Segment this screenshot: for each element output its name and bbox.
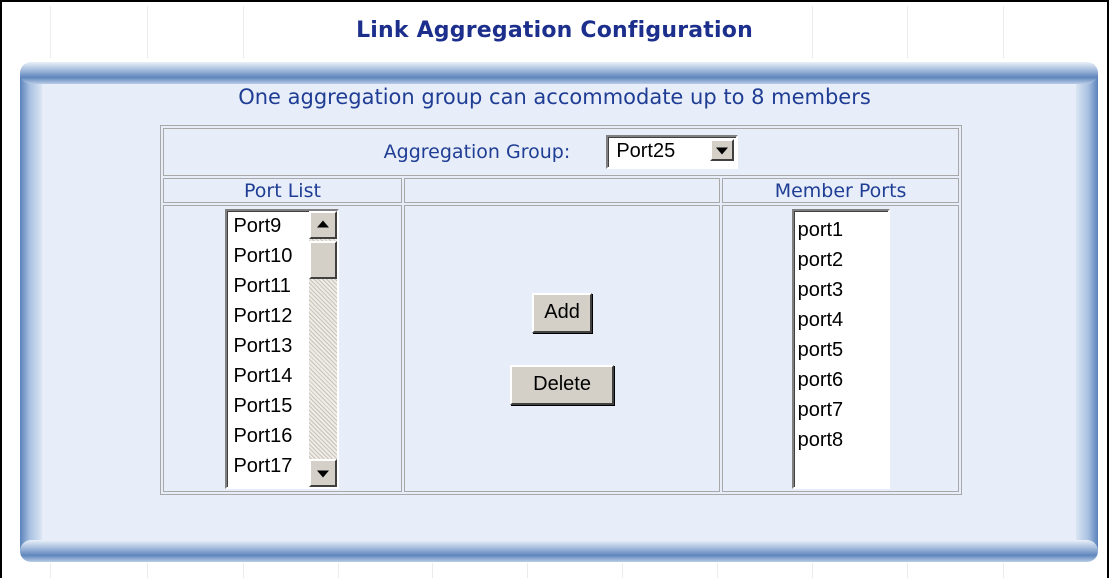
add-button[interactable]: Add xyxy=(532,292,593,333)
panel-right-rail xyxy=(1076,73,1098,551)
grid-line xyxy=(907,563,908,578)
grid-line xyxy=(338,563,339,578)
member-port-item[interactable]: port5 xyxy=(794,335,888,365)
chevron-down-icon xyxy=(716,147,729,155)
port-list-cell: Port9 Port10 Port11 Port12 Port13 Port14 Port1… xyxy=(163,205,402,492)
member-port-item[interactable]: port7 xyxy=(794,395,888,425)
grid-line xyxy=(527,563,528,578)
grid-line xyxy=(1003,563,1004,578)
aggregation-table: Aggregation Group: Port25 Port List Memb… xyxy=(160,125,962,495)
grid-line xyxy=(50,563,51,578)
grid-line xyxy=(622,563,623,578)
window-top-border xyxy=(0,0,1109,2)
member-ports-cell: port1 port2 port3 port4 port5 port6 port7 port8 xyxy=(722,205,959,492)
grid-line xyxy=(812,563,813,578)
port-list-header: Port List xyxy=(163,178,402,203)
arrow-down-icon xyxy=(317,470,330,478)
panel-bottom-bar xyxy=(20,540,1098,562)
grid-line xyxy=(717,563,718,578)
dropdown-button[interactable] xyxy=(710,139,735,161)
port-list-scrollbar[interactable] xyxy=(309,210,338,487)
grid-line xyxy=(243,563,244,578)
member-port-item[interactable]: port2 xyxy=(794,245,888,275)
member-port-item[interactable]: port3 xyxy=(794,275,888,305)
delete-button[interactable]: Delete xyxy=(510,364,615,405)
arrow-up-icon xyxy=(317,219,330,227)
member-port-item[interactable]: port8 xyxy=(794,425,888,455)
actions-header xyxy=(403,178,721,203)
grid-line xyxy=(147,563,148,578)
aggregation-group-label: Aggregation Group: xyxy=(383,141,571,163)
scroll-down-button[interactable] xyxy=(309,458,338,487)
aggregation-group-select[interactable]: Port25 xyxy=(606,135,739,169)
aggregation-group-value: Port25 xyxy=(616,140,676,162)
scroll-thumb[interactable] xyxy=(309,240,338,279)
member-port-item[interactable]: port1 xyxy=(794,215,888,245)
grid-line xyxy=(432,563,433,578)
member-port-item[interactable]: port6 xyxy=(794,365,888,395)
page-title: Link Aggregation Configuration xyxy=(356,18,753,43)
actions-cell: Add Delete xyxy=(403,205,721,492)
member-ports-header: Member Ports xyxy=(722,178,959,203)
panel-left-rail xyxy=(20,73,42,551)
member-ports-items: port1 port2 port3 port4 port5 port6 port7 port8 xyxy=(794,215,888,455)
member-port-item[interactable]: port4 xyxy=(794,305,888,335)
member-ports-box[interactable]: port1 port2 port3 port4 port5 port6 port7 port8 xyxy=(791,208,890,489)
group-row: Aggregation Group: Port25 xyxy=(163,128,959,176)
port-list-box[interactable]: Port9 Port10 Port11 Port12 Port13 Port14 Port1… xyxy=(225,208,340,489)
panel-top-bar xyxy=(20,62,1098,84)
scroll-up-button[interactable] xyxy=(309,210,338,239)
group-capacity-note: One aggregation group can accommodate up… xyxy=(238,85,871,109)
